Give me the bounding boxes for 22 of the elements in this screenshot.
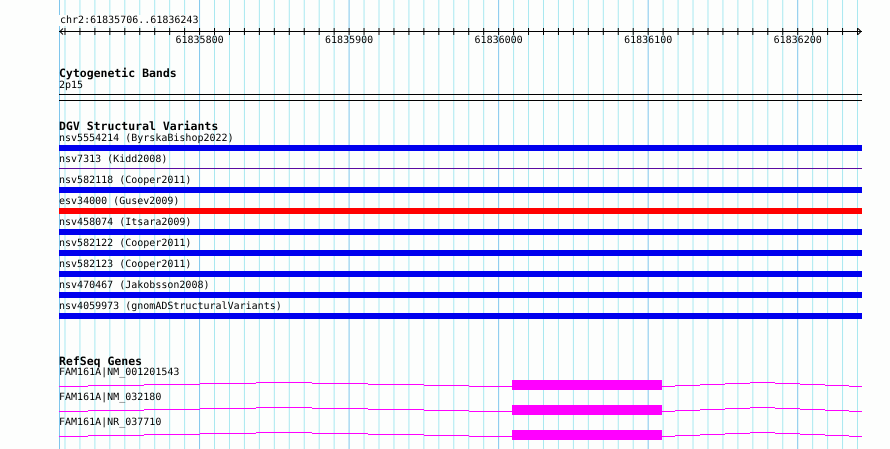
- track-title: DGV Structural Variants: [59, 120, 218, 132]
- variant-label: nsv582123 (Cooper2011): [59, 258, 192, 271]
- gene-label: FAM161A|NM_001201543: [59, 367, 180, 379]
- gene-label: FAM161A|NM_032180: [59, 392, 162, 404]
- gene-label: FAM161A|NR_037710: [59, 417, 162, 429]
- cytoband-label: 2p15: [59, 80, 84, 92]
- variant-label: nsv582118 (Cooper2011): [59, 174, 192, 187]
- ruler-tick-label: 61836200: [774, 35, 822, 47]
- ruler-tick-label: 61835800: [175, 35, 224, 47]
- variant-label: nsv5554214 (ByrskaBishop2022): [59, 132, 234, 145]
- track-title: Cytogenetic Bands: [59, 67, 177, 80]
- position-label: chr2:61835706..61836243: [59, 15, 200, 26]
- variant-label: nsv470467 (Jakobsson2008): [59, 279, 210, 292]
- ruler-tick-label: 61835900: [325, 35, 374, 47]
- variant-label: nsv7313 (Kidd2008): [59, 153, 168, 166]
- track-title: RefSeq Genes: [59, 355, 142, 367]
- variant-label: nsv458074 (Itsara2009): [59, 216, 192, 229]
- ruler-tick-label: 61836000: [474, 35, 523, 47]
- variant-label: nsv4059973 (gnomADStructuralVariants): [59, 300, 282, 313]
- variant-label: nsv582122 (Cooper2011): [59, 237, 192, 250]
- ruler-tick-label: 61836100: [624, 35, 672, 47]
- variant-label: esv34000 (Gusev2009): [59, 195, 180, 208]
